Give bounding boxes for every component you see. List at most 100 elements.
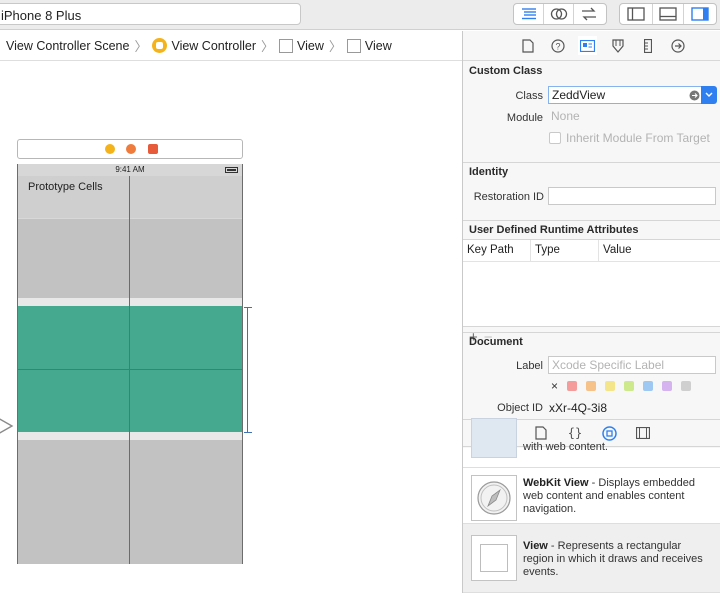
ruler-icon (643, 38, 652, 53)
section-title: Custom Class (469, 65, 543, 77)
jump-bar: View Controller Scene 〉 View Controller … (0, 31, 462, 61)
chevron-right-icon: 〉 (328, 39, 342, 54)
svg-text:?: ? (555, 41, 560, 51)
toolbar: iPhone 8 Plus (0, 0, 720, 30)
xcode-label-field[interactable]: Xcode Specific Label (548, 356, 716, 374)
module-field[interactable]: None (548, 108, 719, 126)
label-color-swatch-green[interactable] (624, 381, 634, 391)
scene-dock[interactable] (17, 139, 243, 159)
clear-label-button[interactable]: × (551, 379, 558, 393)
swap-arrows-icon (582, 7, 596, 21)
left-panel-icon (627, 7, 645, 21)
label-color-swatch-red[interactable] (567, 381, 577, 391)
custom-class-section: Custom Class Class ZeddView Module None … (463, 62, 720, 162)
breadcrumb-label: View Controller (171, 38, 256, 53)
class-value: ZeddView (552, 88, 606, 102)
class-dropdown-button[interactable] (701, 86, 717, 104)
braces-icon: {} (568, 426, 582, 440)
cell-divider (18, 218, 242, 219)
tab-file-templates[interactable] (532, 424, 551, 443)
cell-separator (18, 432, 242, 440)
library-item-webkit-view[interactable]: WebKit View - Displays embedded web cont… (463, 468, 720, 524)
breadcrumb-subview[interactable]: View (346, 38, 392, 53)
tab-attributes-inspector[interactable] (608, 36, 627, 55)
identity-section: Identity Restoration ID (463, 162, 720, 220)
vertical-guide (129, 176, 130, 564)
restoration-id-label: Restoration ID (473, 191, 544, 203)
iphone-scene[interactable]: 9:41 AM Prototype Cells (17, 164, 243, 564)
object-library-icon (601, 425, 617, 441)
view-square-icon (471, 535, 517, 581)
version-editor-button[interactable] (574, 4, 604, 24)
editor-mode-segmented (513, 3, 607, 25)
label-color-swatch-yellow[interactable] (605, 381, 615, 391)
label-color-swatch-blue[interactable] (643, 381, 653, 391)
library-item-view[interactable]: View - Represents a rectangular region i… (463, 524, 720, 593)
view-controller-icon (152, 38, 168, 53)
utilities-inspector: ? Custom Class Class ZeddView Module Non… (462, 31, 720, 593)
column-value[interactable]: Value (599, 240, 636, 261)
view-icon (346, 38, 361, 53)
tab-quick-help[interactable]: ? (548, 36, 567, 55)
debug-toggle-button[interactable] (653, 4, 685, 24)
label-placeholder: Xcode Specific Label (552, 358, 665, 372)
scheme-selector[interactable]: iPhone 8 Plus (0, 3, 301, 25)
object-id-label: Object ID (497, 402, 543, 414)
horizontal-guide (18, 369, 242, 370)
tab-connections-inspector[interactable] (668, 36, 687, 55)
document-icon (521, 38, 534, 53)
object-id-value: xXr-4Q-3i8 (549, 401, 608, 415)
library-item-text: WebKit View - Displays embedded web cont… (523, 477, 713, 516)
tab-identity-inspector[interactable] (578, 36, 597, 55)
document-section: Document Label Xcode Specific Label × Ob… (463, 332, 720, 420)
label-color-swatch-purple[interactable] (662, 381, 672, 391)
utilities-toggle-button[interactable] (684, 4, 716, 24)
tab-code-snippets[interactable]: {} (566, 424, 585, 443)
breadcrumb-view-controller[interactable]: View Controller (152, 38, 256, 53)
compass-icon (471, 475, 517, 521)
view-icon (279, 38, 294, 53)
tab-media-library[interactable] (634, 424, 653, 443)
arrow-circle-icon (670, 38, 685, 53)
storyboard-canvas[interactable]: 9:41 AM Prototype Cells (0, 62, 462, 593)
go-arrow-icon[interactable] (689, 90, 700, 101)
class-field[interactable]: ZeddView (548, 86, 705, 104)
status-time: 9:41 AM (115, 165, 145, 174)
inspector-tabs: ? (463, 31, 720, 61)
table-header: Key Path Type Value (463, 240, 720, 262)
section-title: Identity (469, 166, 509, 178)
align-lines-icon (521, 8, 536, 20)
column-type[interactable]: Type (531, 240, 599, 261)
panel-toggle-segmented (619, 3, 717, 25)
restoration-id-field[interactable] (548, 187, 716, 205)
module-placeholder: None (551, 109, 580, 123)
status-bar: 9:41 AM (18, 164, 242, 176)
breadcrumb-view[interactable]: View (279, 38, 324, 53)
chevron-down-icon (705, 92, 713, 97)
breadcrumb-scene[interactable]: View Controller Scene (6, 39, 129, 53)
breadcrumb-label: View (364, 38, 392, 53)
inherit-module-checkbox[interactable] (549, 132, 561, 144)
library-item-name: View (523, 540, 548, 552)
help-icon: ? (550, 38, 565, 53)
navigator-toggle-button[interactable] (620, 4, 653, 24)
standard-editor-button[interactable] (514, 4, 544, 24)
runtime-attributes-table[interactable]: Key Path Type Value (463, 239, 720, 327)
document-icon (535, 426, 547, 440)
height-constraint-indicator[interactable] (244, 307, 252, 433)
tab-size-inspector[interactable] (638, 36, 657, 55)
exit-icon[interactable] (148, 144, 158, 154)
label-color-swatch-orange[interactable] (586, 381, 596, 391)
prototype-cells-label: Prototype Cells (28, 181, 103, 193)
column-key-path[interactable]: Key Path (463, 240, 531, 261)
library-item-web-view-partial[interactable]: with web content. (463, 418, 720, 468)
tab-file-inspector[interactable] (518, 36, 537, 55)
label-color-swatch-gray[interactable] (681, 381, 691, 391)
section-title: User Defined Runtime Attributes (469, 224, 639, 236)
module-label: Module (506, 112, 543, 124)
first-responder-icon[interactable] (126, 144, 136, 154)
assistant-editor-button[interactable] (544, 4, 574, 24)
view-controller-dock-icon[interactable] (105, 144, 115, 154)
runtime-attributes-section: User Defined Runtime Attributes Key Path… (463, 220, 720, 346)
tab-object-library[interactable] (600, 424, 619, 443)
